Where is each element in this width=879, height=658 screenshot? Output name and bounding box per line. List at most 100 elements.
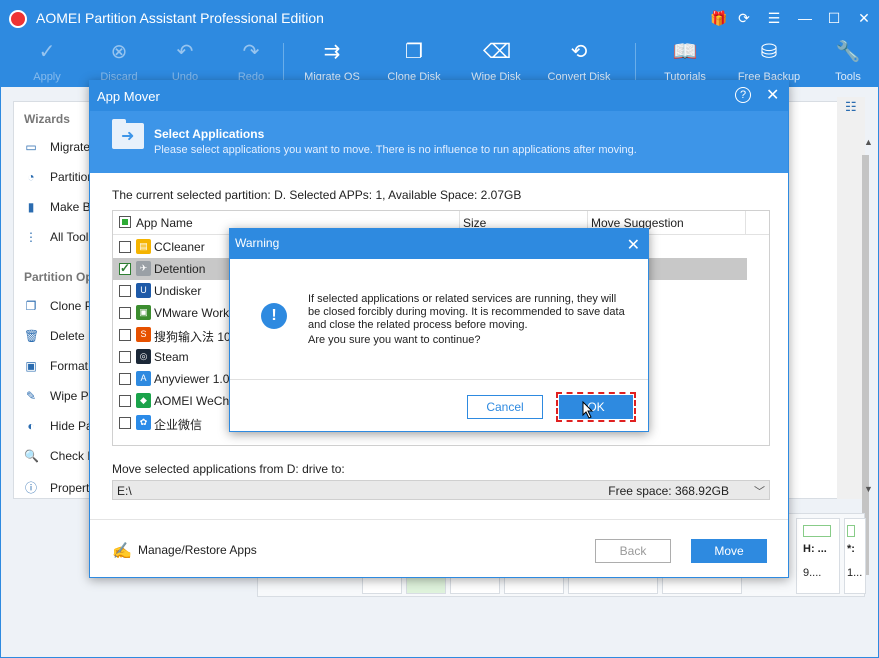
cancel-button[interactable]: Cancel (467, 395, 543, 419)
check-partition-icon: 🔍 (24, 449, 39, 463)
ribbon-button-clone-disk[interactable]: ❐ Clone Disk (376, 39, 452, 83)
warning-dialog: Warning ✕ ! If selected applications or … (229, 228, 649, 432)
app-icon: ▤ (136, 239, 151, 254)
app-icon: ✿ (136, 415, 151, 430)
migrate-os-icon: ⇉ (323, 41, 341, 63)
app-checkbox[interactable] (119, 285, 131, 297)
check-icon: ✓ (38, 41, 56, 63)
destination-drive-select[interactable]: E:\ Free space: 368.92GB ﹀ (112, 480, 770, 500)
help-icon[interactable]: ? (735, 87, 751, 103)
app-checkbox[interactable] (119, 373, 131, 385)
col-app-name[interactable]: App Name (136, 216, 193, 230)
view-toggle-icon[interactable]: ☷ (845, 99, 857, 115)
app-mover-title-bar: App Mover ? ✕ (90, 81, 788, 111)
app-logo-icon (9, 10, 27, 28)
app-icon: ✈ (136, 261, 151, 276)
disk-cell[interactable]: *: 1... (844, 518, 866, 594)
vertical-scrollbar[interactable]: ☷ ▲ ▼ (837, 97, 873, 575)
migrate-icon: ▭ (25, 140, 37, 154)
ribbon-button-tutorials[interactable]: 📖 Tutorials (647, 39, 723, 83)
delete-icon: 🗑 (24, 329, 40, 343)
info-icon: ⓘ (24, 481, 37, 495)
app-name: Undisker (154, 284, 202, 298)
app-checkbox[interactable] (119, 261, 131, 275)
minimize-button[interactable]: — (794, 7, 816, 29)
title-bar: AOMEI Partition Assistant Professional E… (1, 1, 878, 35)
scrollbar-thumb[interactable] (862, 155, 869, 575)
partition-ops-heading: Partition Op (24, 270, 93, 284)
app-name: 搜狗输入法 10 (154, 330, 231, 344)
discard-icon: ⊗ (110, 41, 128, 63)
app-icon: S (136, 327, 151, 342)
manage-restore-apps-link[interactable]: ✍ Manage/Restore Apps (112, 541, 257, 561)
ribbon-button-wipe-disk[interactable]: ⌫ Wipe Disk (458, 39, 534, 83)
app-name: CCleaner (154, 240, 205, 254)
app-checkbox[interactable] (119, 351, 131, 363)
hide-icon: ◐ (27, 419, 35, 433)
ribbon-button-redo[interactable]: ↷ Redo (213, 39, 289, 83)
warning-title-bar: Warning ✕ (230, 229, 648, 259)
current-partition-info: The current selected partition: D. Selec… (112, 188, 522, 202)
ribbon-button-undo[interactable]: ↶ Undo (147, 39, 223, 83)
wizards-heading: Wizards (24, 112, 70, 126)
app-icon: ▣ (136, 305, 151, 320)
app-name: 企业微信 (154, 418, 203, 432)
app-mover-close-icon[interactable]: ✕ (766, 85, 779, 105)
scroll-down-icon[interactable]: ▼ (864, 484, 873, 494)
warning-title: Warning (235, 236, 280, 250)
app-icon: A (136, 371, 151, 386)
backup-icon: ⛁ (760, 41, 778, 63)
app-checkbox[interactable] (119, 395, 131, 407)
ribbon-button-migrate-os[interactable]: ⇉ Migrate OS (294, 39, 370, 83)
maximize-button[interactable]: ☐ (823, 7, 845, 29)
refresh-icon[interactable]: ⟳ (733, 7, 755, 29)
app-checkbox[interactable] (119, 329, 131, 341)
move-button[interactable]: Move (691, 539, 767, 563)
ribbon-button-convert-disk[interactable]: ⟲ Convert Disk (541, 39, 617, 83)
app-name: Anyviewer 1.0 (154, 372, 230, 386)
wipe-disk-icon: ⌫ (483, 41, 512, 63)
ribbon-button-apply[interactable]: ✓ Apply (9, 39, 85, 83)
disk-cell[interactable]: H: ... 9.... (796, 518, 840, 594)
free-space-value: Free space: 368.92GB (608, 484, 729, 498)
app-mover-title: App Mover (97, 89, 160, 104)
close-window-button[interactable]: ✕ (853, 7, 875, 29)
tools-icon: 🔧 (835, 41, 861, 63)
app-name: Steam (154, 350, 189, 364)
app-icon: ◎ (136, 349, 151, 364)
app-checkbox[interactable] (119, 417, 131, 429)
warning-close-icon[interactable]: ✕ (627, 235, 640, 255)
format-icon: ▣ (25, 359, 37, 373)
app-icon: U (136, 283, 151, 298)
select-all-checkbox[interactable] (119, 216, 131, 228)
menu-icon[interactable]: ☰ (763, 7, 785, 29)
ribbon-button-free-backup[interactable]: ⛁ Free Backup (731, 39, 807, 83)
info-exclamation-icon: ! (261, 303, 287, 329)
clone-icon: ❐ (25, 299, 37, 313)
app-name: AOMEI WeChat (154, 394, 240, 408)
partition-icon: ◔ (27, 170, 35, 184)
folder-move-icon: ➜ (112, 119, 144, 149)
book-icon: 📖 (672, 41, 698, 63)
gift-icon[interactable]: 🎁 (708, 7, 730, 29)
convert-disk-icon: ⟲ (570, 41, 588, 63)
ribbon-button-tools[interactable]: 🔧 Tools (810, 39, 879, 83)
eraser-icon: ✎ (25, 389, 37, 403)
banner-description: Please select applications you want to m… (154, 144, 637, 156)
select-apps-banner: ➜ Select Applications Please select appl… (90, 111, 788, 173)
manage-apps-icon: ✍ (112, 543, 132, 560)
redo-icon: ↷ (242, 41, 260, 63)
warning-message: If selected applications or related serv… (308, 293, 625, 346)
undo-icon: ↶ (176, 41, 194, 63)
app-checkbox[interactable] (119, 241, 131, 253)
usb-icon: ▮ (27, 200, 35, 214)
ribbon-button-discard[interactable]: ⊗ Discard (81, 39, 157, 83)
ok-button[interactable]: OK (556, 392, 636, 422)
app-checkbox[interactable] (119, 307, 131, 319)
app-name: Detention (154, 262, 206, 276)
back-button[interactable]: Back (595, 539, 671, 563)
chevron-down-icon: ﹀ (754, 486, 765, 498)
dots-icon: ⋮ (25, 230, 37, 244)
mouse-cursor-icon (582, 401, 594, 419)
scroll-up-icon[interactable]: ▲ (864, 137, 873, 147)
